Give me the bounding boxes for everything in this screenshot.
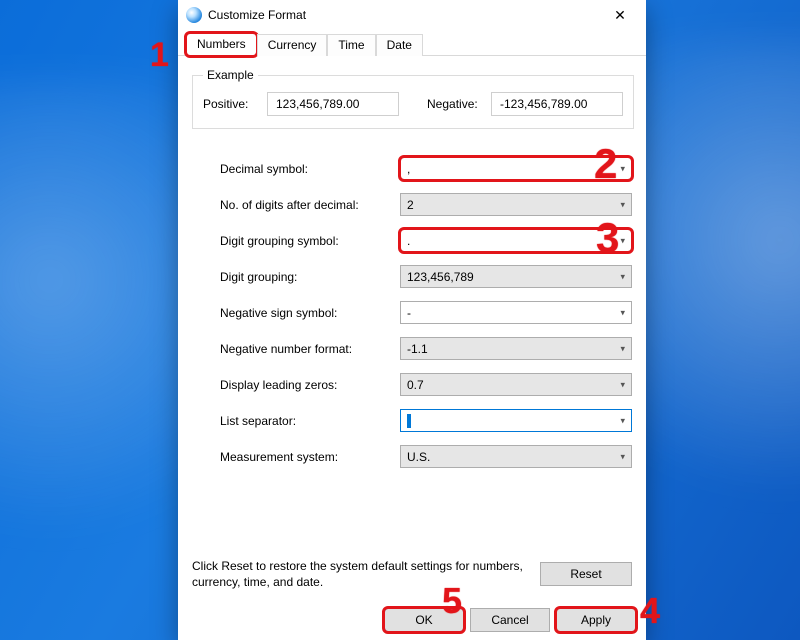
chevron-down-icon: ▾ (620, 307, 625, 318)
digits-after-decimal-label: No. of digits after decimal: (220, 198, 400, 212)
tab-date[interactable]: Date (376, 34, 423, 56)
leading-zeros-label: Display leading zeros: (220, 378, 400, 392)
chevron-down-icon: ▾ (620, 199, 625, 210)
digit-grouping-symbol-label: Digit grouping symbol: (220, 234, 400, 248)
decimal-symbol-label: Decimal symbol: (220, 162, 400, 176)
globe-icon (186, 7, 202, 23)
positive-label: Positive: (203, 97, 259, 111)
titlebar: Customize Format ✕ (178, 0, 646, 30)
negative-sign-value: - (407, 306, 411, 320)
measurement-label: Measurement system: (220, 450, 400, 464)
apply-button[interactable]: Apply (556, 608, 636, 632)
negative-sign-label: Negative sign symbol: (220, 306, 400, 320)
tab-numbers[interactable]: Numbers (186, 33, 257, 56)
reset-text: Click Reset to restore the system defaul… (192, 558, 526, 590)
text-caret (407, 414, 411, 428)
numbers-panel: Example Positive: 123,456,789.00 Negativ… (178, 56, 646, 602)
decimal-symbol-combo[interactable]: , ▾ (400, 157, 632, 180)
tab-time[interactable]: Time (327, 34, 375, 56)
tab-currency[interactable]: Currency (257, 34, 328, 56)
customize-format-dialog: Customize Format ✕ Numbers Currency Time… (178, 0, 646, 640)
example-group: Example Positive: 123,456,789.00 Negativ… (192, 68, 634, 129)
digits-after-decimal-value: 2 (407, 198, 414, 212)
chevron-down-icon: ▾ (620, 343, 625, 354)
cancel-button[interactable]: Cancel (470, 608, 550, 632)
action-bar: OK Cancel Apply (178, 602, 646, 640)
negative-value: -123,456,789.00 (491, 92, 623, 116)
digit-grouping-value: 123,456,789 (407, 270, 474, 284)
leading-zeros-combo[interactable]: 0.7 ▾ (400, 373, 632, 396)
list-separator-label: List separator: (220, 414, 400, 428)
form-rows: Decimal symbol: , ▾ No. of digits after … (192, 157, 632, 481)
decimal-symbol-value: , (407, 162, 410, 176)
negative-label: Negative: (427, 97, 483, 111)
digits-after-decimal-combo[interactable]: 2 ▾ (400, 193, 632, 216)
chevron-down-icon: ▾ (620, 163, 625, 174)
list-separator-combo[interactable]: ▾ (400, 409, 632, 432)
close-button[interactable]: ✕ (600, 0, 640, 30)
digit-grouping-symbol-combo[interactable]: . ▾ (400, 229, 632, 252)
negative-format-value: -1.1 (407, 342, 428, 356)
negative-format-combo[interactable]: -1.1 ▾ (400, 337, 632, 360)
reset-area: Click Reset to restore the system defaul… (192, 552, 632, 596)
negative-format-label: Negative number format: (220, 342, 400, 356)
tabstrip: Numbers Currency Time Date (178, 32, 646, 56)
reset-button[interactable]: Reset (540, 562, 632, 586)
chevron-down-icon: ▾ (620, 451, 625, 462)
digit-grouping-symbol-value: . (407, 234, 410, 248)
leading-zeros-value: 0.7 (407, 378, 424, 392)
digit-grouping-label: Digit grouping: (220, 270, 400, 284)
chevron-down-icon: ▾ (620, 415, 625, 426)
chevron-down-icon: ▾ (620, 271, 625, 282)
chevron-down-icon: ▾ (620, 235, 625, 246)
annotation-1: 1 (150, 36, 169, 75)
digit-grouping-combo[interactable]: 123,456,789 ▾ (400, 265, 632, 288)
negative-sign-combo[interactable]: - ▾ (400, 301, 632, 324)
chevron-down-icon: ▾ (620, 379, 625, 390)
measurement-value: U.S. (407, 450, 430, 464)
positive-value: 123,456,789.00 (267, 92, 399, 116)
close-icon: ✕ (614, 7, 626, 24)
window-title: Customize Format (208, 8, 600, 22)
measurement-combo[interactable]: U.S. ▾ (400, 445, 632, 468)
ok-button[interactable]: OK (384, 608, 464, 632)
example-legend: Example (203, 68, 258, 82)
